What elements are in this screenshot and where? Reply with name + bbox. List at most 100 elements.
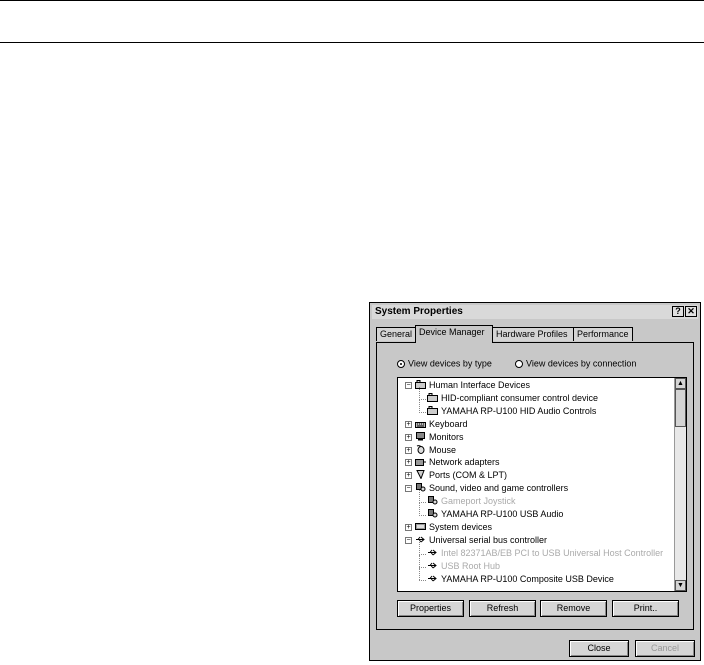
device-label: Monitors: [429, 431, 464, 442]
hid-icon: [415, 380, 426, 390]
device-item[interactable]: YAMAHA RP-U100 USB Audio: [427, 508, 563, 521]
hid-icon: [427, 405, 438, 415]
device-category[interactable]: Ports (COM & LPT): [415, 469, 507, 482]
device-label: Universal serial bus controller: [429, 534, 548, 545]
hid-icon: [427, 393, 438, 403]
device-label: Mouse: [429, 444, 457, 455]
tree-connector: [419, 399, 420, 413]
device-label: YAMAHA RP-U100 HID Audio Controls: [441, 405, 597, 416]
device-item[interactable]: Intel 82371AB/EB PCI to USB Universal Ho…: [427, 547, 663, 560]
tree-connector: [419, 515, 426, 516]
scroll-thumb[interactable]: [675, 389, 686, 427]
device-item[interactable]: Gameport Joystick: [427, 495, 516, 508]
keyboard-icon: [415, 419, 426, 428]
top-rule: [0, 0, 704, 1]
device-item[interactable]: YAMAHA RP-U100 Composite USB Device: [427, 573, 614, 586]
sound-icon: [427, 509, 438, 518]
expand-icon[interactable]: +: [405, 523, 412, 531]
view-by-connection-label: View devices by connection: [526, 358, 637, 369]
device-label: Network adapters: [429, 457, 500, 468]
usb-icon: [427, 548, 438, 557]
tree-connector: [419, 541, 420, 555]
collapse-icon[interactable]: −: [405, 536, 412, 544]
tree-connector: [419, 490, 420, 503]
view-by-type-label: View devices by type: [408, 358, 492, 369]
tree-connector: [419, 386, 420, 400]
tab-performance[interactable]: Performance: [573, 327, 633, 341]
device-label: Gameport Joystick: [441, 496, 516, 507]
usb-icon: [427, 561, 438, 570]
monitor-icon: [415, 431, 426, 441]
expand-icon[interactable]: +: [405, 433, 412, 441]
system-properties-dialog: System Properties ? ✕ General Device Man…: [369, 302, 701, 661]
collapse-icon[interactable]: −: [405, 382, 412, 389]
view-by-connection-radio[interactable]: View devices by connection: [515, 358, 636, 369]
tree-connector: [419, 503, 420, 516]
radio-unselected-icon: [515, 359, 523, 368]
tree-connector: [419, 554, 420, 568]
device-item[interactable]: YAMAHA RP-U100 HID Audio Controls: [427, 405, 596, 418]
tab-hardware-profiles[interactable]: Hardware Profiles: [492, 327, 574, 341]
vertical-scrollbar[interactable]: ▲ ▼: [674, 378, 686, 591]
device-tree[interactable]: Human Interface Devices HID-compliant con…: [397, 377, 687, 592]
tree-connector: [419, 553, 426, 555]
expand-icon[interactable]: +: [405, 472, 412, 480]
usb-icon: [415, 535, 426, 544]
tab-general[interactable]: General: [376, 327, 416, 341]
device-manager-panel: View devices by type View devices by con…: [376, 342, 694, 630]
device-item[interactable]: USB Root Hub: [427, 560, 500, 573]
device-category[interactable]: Monitors: [415, 431, 464, 444]
sound-icon: [427, 496, 438, 505]
tree-connector: [419, 502, 426, 504]
device-label: System devices: [429, 521, 493, 532]
device-label: YAMAHA RP-U100 USB Audio: [441, 509, 564, 519]
tree-connector: [419, 398, 426, 400]
close-button[interactable]: Close: [569, 640, 629, 657]
device-category[interactable]: Human Interface Devices: [415, 379, 530, 392]
scroll-down-button[interactable]: ▼: [675, 580, 686, 591]
scroll-up-button[interactable]: ▲: [675, 378, 686, 389]
device-label: YAMAHA RP-U100 Composite USB Device: [441, 573, 614, 584]
device-label: HID-compliant consumer control device: [441, 392, 599, 403]
tree-connector: [419, 566, 426, 568]
device-category[interactable]: Universal serial bus controller: [415, 534, 547, 547]
sound-icon: [415, 483, 426, 492]
device-label: USB Root Hub: [441, 560, 501, 571]
device-category[interactable]: Mouse: [415, 444, 456, 457]
dialog-title: System Properties: [375, 306, 463, 317]
expand-icon[interactable]: +: [405, 420, 412, 428]
close-icon[interactable]: ✕: [685, 306, 697, 317]
device-category[interactable]: System devices: [415, 521, 492, 534]
view-by-type-radio[interactable]: View devices by type: [397, 358, 492, 369]
device-category[interactable]: Network adapters: [415, 456, 500, 469]
header-rule: [0, 42, 704, 43]
expand-icon[interactable]: +: [405, 446, 412, 454]
tab-device-manager[interactable]: Device Manager: [415, 325, 493, 343]
refresh-button[interactable]: Refresh: [469, 600, 536, 617]
expand-icon[interactable]: +: [405, 459, 412, 467]
mouse-icon: [415, 444, 426, 454]
device-item[interactable]: HID-compliant consumer control device: [427, 392, 598, 405]
device-label: Ports (COM & LPT): [429, 470, 508, 481]
properties-button[interactable]: Properties: [397, 600, 464, 617]
radio-selected-icon: [397, 359, 405, 368]
device-label: Human Interface Devices: [429, 380, 531, 390]
remove-button[interactable]: Remove: [540, 600, 607, 617]
usb-icon: [427, 574, 438, 583]
device-label: Intel 82371AB/EB PCI to USB Universal Ho…: [441, 547, 664, 558]
device-label: Sound, video and game controllers: [429, 483, 569, 494]
title-bar: System Properties ? ✕: [372, 305, 698, 319]
tree-connector: [419, 567, 420, 581]
cancel-button[interactable]: Cancel: [635, 640, 695, 657]
tree-connector: [419, 579, 426, 581]
help-button[interactable]: ?: [672, 306, 684, 317]
device-label: Keyboard: [429, 418, 468, 429]
device-category[interactable]: Keyboard: [415, 418, 468, 431]
collapse-icon[interactable]: −: [405, 485, 412, 493]
device-category[interactable]: Sound, video and game controllers: [415, 482, 568, 495]
network-icon: [415, 458, 426, 467]
system-icon: [415, 522, 426, 531]
port-icon: [415, 470, 426, 481]
tree-connector: [419, 411, 426, 413]
print-button[interactable]: Print..: [612, 600, 679, 617]
